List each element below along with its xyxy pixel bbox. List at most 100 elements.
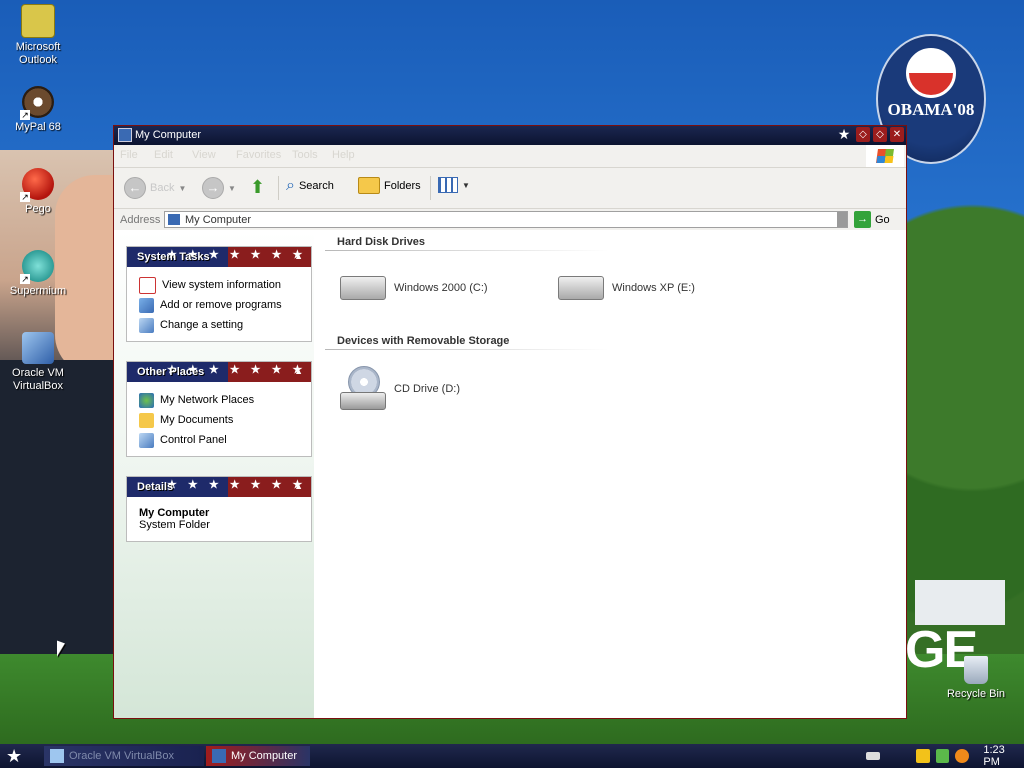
- folders-label: Folders: [384, 179, 421, 192]
- taskbar-item-label: My Computer: [231, 750, 298, 762]
- chevron-down-icon: ▼: [178, 183, 187, 193]
- forward-button[interactable]: → ▼: [202, 177, 236, 199]
- toolbar-divider: [278, 176, 279, 200]
- my-computer-window: My Computer ★ ◇ ◇ ✕ File Edit View Favor…: [113, 125, 907, 719]
- drive-c[interactable]: Windows 2000 (C:): [340, 276, 488, 300]
- folders-button[interactable]: Folders: [358, 177, 421, 194]
- task-label: Change a setting: [160, 319, 244, 331]
- go-arrow-icon: →: [854, 211, 871, 228]
- close-button[interactable]: ✕: [890, 127, 904, 142]
- drive-label: CD Drive (D:): [394, 383, 460, 395]
- desktop-icon-mypal[interactable]: ↗ MyPal 68: [0, 86, 78, 134]
- windows-logo-icon: [866, 145, 904, 167]
- control-panel-icon: [139, 317, 154, 333]
- mypal-icon: ↗: [20, 86, 54, 120]
- drive-label: Windows 2000 (C:): [394, 282, 488, 294]
- desktop-icon-pego[interactable]: ↗ Pego: [0, 168, 78, 216]
- drive-d[interactable]: CD Drive (D:): [340, 366, 460, 412]
- views-button[interactable]: ▼: [438, 177, 470, 193]
- desktop-icon-label: Supermium: [9, 285, 67, 297]
- pego-icon: ↗: [20, 168, 54, 202]
- task-label: Add or remove programs: [160, 299, 282, 311]
- maximize-button[interactable]: ◇: [873, 127, 887, 142]
- section-divider: [325, 250, 609, 251]
- search-icon: ⌕: [286, 177, 295, 194]
- collapse-chevron-icon[interactable]: ▲: [294, 366, 303, 376]
- place-label: Control Panel: [160, 434, 227, 446]
- place-control-panel[interactable]: Control Panel: [139, 430, 303, 450]
- menu-view[interactable]: View: [192, 149, 216, 161]
- back-button[interactable]: ← Back ▼: [124, 177, 186, 199]
- system-tray: 1:23 PM: [858, 744, 1024, 768]
- folder-icon: [358, 177, 380, 194]
- security-shield-icon[interactable]: [915, 749, 930, 763]
- start-button[interactable]: ★: [6, 746, 22, 767]
- address-value: My Computer: [185, 214, 252, 226]
- my-computer-icon: [168, 214, 180, 225]
- drive-e[interactable]: Windows XP (E:): [558, 276, 695, 300]
- system-info-icon: [139, 276, 156, 294]
- add-remove-icon: [139, 297, 154, 313]
- cd-drive-icon: [340, 366, 386, 412]
- minimize-button[interactable]: ◇: [856, 127, 870, 142]
- system-tasks-panel: ★ ★ ★ ★ ★ ★ ★ System Tasks ▲ View system…: [126, 246, 312, 342]
- go-button[interactable]: → Go: [854, 211, 890, 228]
- task-change-setting[interactable]: Change a setting: [139, 315, 303, 335]
- desktop-icon-supermium[interactable]: ↗ Supermium: [0, 250, 78, 298]
- desktop-icon-label: Microsoft Outlook: [15, 41, 61, 66]
- menu-tools[interactable]: Tools: [292, 149, 318, 161]
- menu-file[interactable]: File: [120, 149, 138, 161]
- details-panel: ★ ★ ★ ★ ★ ★ ★ Details ▲ My Computer Syst…: [126, 476, 312, 542]
- system-tasks-header[interactable]: ★ ★ ★ ★ ★ ★ ★ System Tasks ▲: [127, 247, 311, 267]
- taskbar-item-my-computer[interactable]: My Computer: [206, 746, 310, 766]
- desktop-icon-outlook[interactable]: Microsoft Outlook: [0, 4, 78, 67]
- update-icon[interactable]: [935, 749, 950, 763]
- place-my-documents[interactable]: My Documents: [139, 410, 303, 430]
- search-button[interactable]: ⌕ Search: [286, 177, 334, 195]
- details-header[interactable]: ★ ★ ★ ★ ★ ★ ★ Details ▲: [127, 477, 311, 497]
- system-tasks-title: System Tasks: [137, 251, 210, 263]
- section-hard-disk-drives: Hard Disk Drives: [337, 236, 426, 248]
- search-icon[interactable]: [955, 749, 970, 763]
- up-folder-button[interactable]: ⬆: [250, 177, 265, 198]
- forward-arrow-icon: →: [202, 177, 224, 199]
- section-divider: [325, 349, 609, 350]
- menu-edit[interactable]: Edit: [154, 149, 173, 161]
- keyboard-icon[interactable]: [866, 752, 880, 760]
- outlook-icon: [21, 4, 55, 38]
- my-computer-icon: [212, 749, 226, 763]
- address-dropdown-button[interactable]: [837, 212, 847, 227]
- address-label: Address: [120, 214, 161, 226]
- other-places-header[interactable]: ★ ★ ★ ★ ★ ★ ★ Other Places ▲: [127, 362, 311, 382]
- task-view-system-info[interactable]: View system information: [139, 275, 303, 295]
- section-removable-storage: Devices with Removable Storage: [337, 335, 510, 347]
- place-label: My Network Places: [160, 394, 255, 406]
- star-icon[interactable]: ★: [835, 127, 853, 142]
- clock[interactable]: 1:23 PM: [983, 744, 1024, 768]
- drive-label: Windows XP (E:): [612, 282, 695, 294]
- menu-favorites[interactable]: Favorites: [236, 149, 281, 161]
- back-label: Back: [150, 182, 175, 194]
- search-label: Search: [298, 180, 334, 192]
- address-input[interactable]: My Computer: [164, 211, 848, 228]
- wallpaper-house: [915, 580, 1005, 625]
- supermium-icon: ↗: [20, 250, 54, 284]
- taskbar-item-virtualbox[interactable]: Oracle VM VirtualBox: [44, 746, 204, 766]
- collapse-chevron-icon[interactable]: ▲: [294, 251, 303, 261]
- desktop-icon-virtualbox[interactable]: Oracle VM VirtualBox: [0, 332, 78, 393]
- window-title: My Computer: [135, 129, 202, 141]
- window-titlebar[interactable]: My Computer ★ ◇ ◇ ✕: [114, 126, 906, 145]
- window-content: ★ ★ ★ ★ ★ ★ ★ System Tasks ▲ View system…: [114, 230, 906, 718]
- recycle-bin-label: Recycle Bin: [946, 688, 1006, 700]
- control-panel-icon: [139, 432, 154, 448]
- toolbar-divider: [430, 176, 431, 200]
- collapse-chevron-icon[interactable]: ▲: [294, 481, 303, 491]
- place-my-network-places[interactable]: My Network Places: [139, 390, 303, 410]
- details-type: System Folder: [139, 519, 210, 531]
- system-tasks-body: View system information Add or remove pr…: [127, 267, 311, 341]
- desktop-icon-label: Oracle VM VirtualBox: [12, 367, 64, 392]
- desktop-icon-recycle-bin[interactable]: Recycle Bin: [940, 656, 1012, 700]
- menu-help[interactable]: Help: [332, 149, 355, 161]
- toolbar: ← Back ▼ → ▼ ⬆ ⌕ Search Folders ▼: [114, 168, 906, 209]
- task-add-remove-programs[interactable]: Add or remove programs: [139, 295, 303, 315]
